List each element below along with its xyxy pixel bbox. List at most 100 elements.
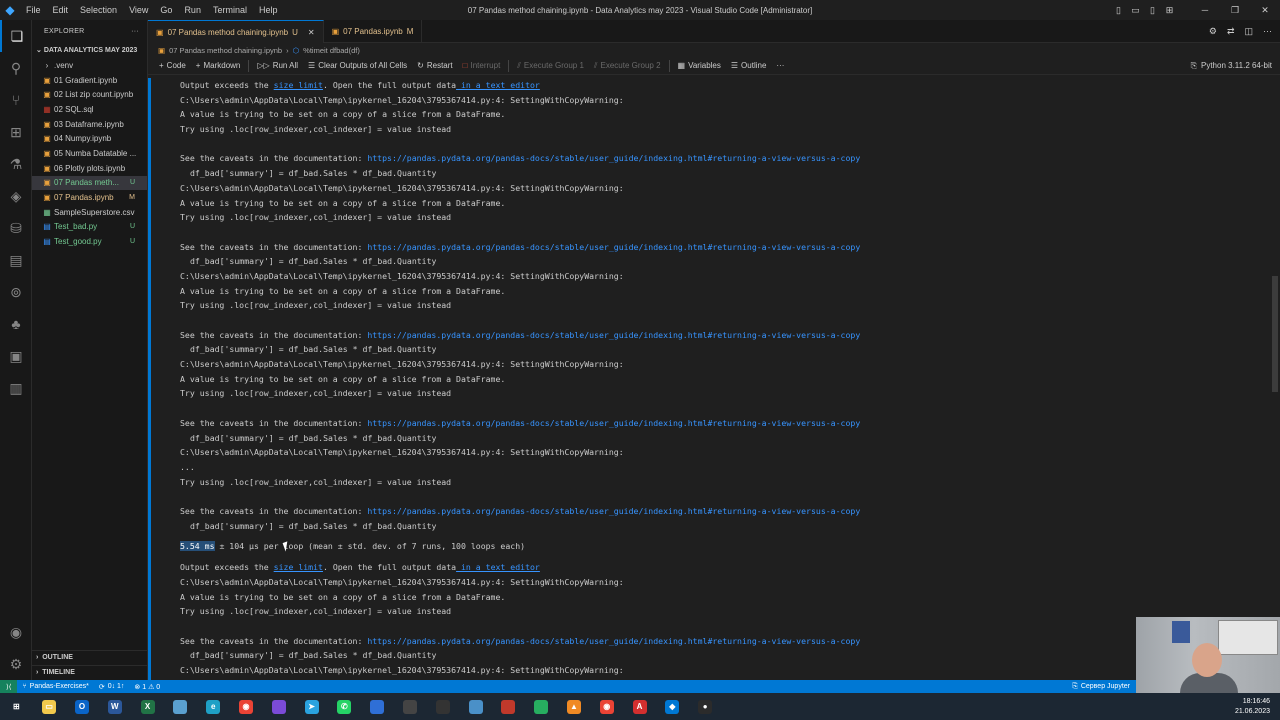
sidebar-file-item[interactable]: › .venv bbox=[32, 58, 147, 73]
text-editor-link[interactable]: in a text editor bbox=[456, 562, 540, 572]
interrupt-button[interactable]: □ Interrupt bbox=[458, 61, 506, 70]
run-all-button[interactable]: ▷▷ Run All bbox=[252, 61, 303, 70]
toggle-panel-icon[interactable]: ▭ bbox=[1127, 5, 1144, 16]
menu-help[interactable]: Help bbox=[253, 5, 284, 15]
more-icon[interactable]: ··· bbox=[771, 61, 789, 70]
notebook-icon[interactable]: ▤ bbox=[0, 244, 32, 276]
taskbar-app-terminal-icon[interactable] bbox=[426, 693, 459, 720]
sidebar-file-item[interactable]: ▣ 02 List zip count.ipynb bbox=[32, 87, 147, 102]
tab-pandas-method-chaining[interactable]: ▣ 07 Pandas method chaining.ipynb U ✕ bbox=[148, 20, 324, 43]
execute-group-1-button[interactable]: ⫽ Execute Group 1 bbox=[512, 61, 589, 71]
vertical-scrollbar[interactable] bbox=[1270, 78, 1280, 680]
git-branch[interactable]: ⑂ Pandas-Exercises* bbox=[17, 683, 93, 690]
compare-icon[interactable]: ⇄ bbox=[1227, 26, 1235, 37]
docs-icon[interactable]: ▥ bbox=[0, 372, 32, 404]
taskbar-app-dark-icon[interactable] bbox=[394, 693, 427, 720]
documentation-link[interactable]: https://pandas.pydata.org/pandas-docs/st… bbox=[367, 418, 860, 428]
sidebar-file-item[interactable]: ▣ 04 Numpy.ipynb bbox=[32, 131, 147, 146]
menu-terminal[interactable]: Terminal bbox=[207, 5, 253, 15]
testing-icon[interactable]: ⚗ bbox=[0, 148, 32, 180]
menu-go[interactable]: Go bbox=[154, 5, 178, 15]
split-editor-icon[interactable]: ◫ bbox=[1244, 26, 1253, 37]
taskbar-chrome-icon[interactable]: ◉ bbox=[230, 693, 263, 720]
menu-selection[interactable]: Selection bbox=[74, 5, 123, 15]
sidebar-file-item[interactable]: ▦ 02 SQL.sql bbox=[32, 102, 147, 117]
size-limit-link[interactable]: size limit bbox=[274, 562, 323, 572]
taskbar-whatsapp-icon[interactable]: ✆ bbox=[328, 693, 361, 720]
taskbar-app-red-icon[interactable] bbox=[492, 693, 525, 720]
database-icon[interactable]: ⛁ bbox=[0, 212, 32, 244]
taskbar-telegram-icon[interactable]: ➤ bbox=[295, 693, 328, 720]
restore-icon[interactable]: ❐ bbox=[1220, 5, 1250, 16]
source-control-icon[interactable]: ⑂ bbox=[0, 84, 32, 116]
taskbar-app-purple-icon[interactable] bbox=[262, 693, 295, 720]
taskbar-notepad-icon[interactable] bbox=[164, 693, 197, 720]
problems-status[interactable]: ⊗ 1 ⚠ 0 bbox=[129, 683, 165, 691]
taskbar-excel-icon[interactable]: X bbox=[131, 693, 164, 720]
search-icon[interactable]: ⚲ bbox=[0, 52, 32, 84]
kernel-picker[interactable]: ⎘ Python 3.11.2 64-bit bbox=[1191, 61, 1280, 71]
menu-view[interactable]: View bbox=[123, 5, 154, 15]
taskbar-windows-start-icon[interactable]: ⊞ bbox=[0, 693, 33, 720]
remote-indicator[interactable]: ⟩⟨ bbox=[0, 680, 18, 693]
toggle-secondary-sidebar-icon[interactable]: ▯ bbox=[1144, 5, 1161, 16]
close-icon[interactable]: ✕ bbox=[1250, 5, 1280, 16]
taskbar-app-doc-icon[interactable] bbox=[459, 693, 492, 720]
taskbar-vscode-icon[interactable]: ◆ bbox=[656, 693, 689, 720]
menu-file[interactable]: File bbox=[20, 5, 47, 15]
add-code-button[interactable]: + Code bbox=[154, 61, 191, 70]
scrollbar-thumb[interactable] bbox=[1272, 276, 1278, 392]
taskbar-acrobat-icon[interactable]: A bbox=[623, 693, 656, 720]
text-editor-link[interactable]: in a text editor bbox=[456, 80, 540, 90]
customize-layout-icon[interactable]: ⊞ bbox=[1161, 5, 1178, 16]
settings-gear-icon[interactable]: ⚙ bbox=[0, 648, 32, 680]
sidebar-file-item[interactable]: ▤ Test_good.py U bbox=[32, 234, 147, 249]
more-actions-icon[interactable]: ··· bbox=[131, 28, 139, 35]
sidebar-file-item[interactable]: ▣ 06 Plotly plots.ipynb bbox=[32, 161, 147, 176]
taskbar-word-icon[interactable]: W bbox=[98, 693, 131, 720]
restart-button[interactable]: ↻ Restart bbox=[412, 61, 458, 70]
variables-button[interactable]: ▦ Variables bbox=[673, 61, 726, 70]
minimize-icon[interactable]: ─ bbox=[1190, 5, 1220, 15]
tab-pandas[interactable]: ▣ 07 Pandas.ipynb M bbox=[324, 20, 423, 43]
account-icon[interactable]: ◉ bbox=[0, 616, 32, 648]
execute-group-2-button[interactable]: ⫽ Execute Group 2 bbox=[589, 61, 666, 71]
add-markdown-button[interactable]: + Markdown bbox=[191, 61, 246, 70]
sidebar-file-item[interactable]: ▣ 05 Numba Datatable ... bbox=[32, 146, 147, 161]
outline-button[interactable]: ☰ Outline bbox=[726, 61, 772, 70]
sidebar-file-item[interactable]: ▣ 07 Pandas.ipynb M bbox=[32, 190, 147, 205]
clear-outputs-button[interactable]: ☰ Clear Outputs of All Cells bbox=[303, 61, 412, 70]
tree-icon[interactable]: ♣ bbox=[0, 308, 32, 340]
size-limit-link[interactable]: size limit bbox=[274, 80, 323, 90]
explorer-icon[interactable]: ❏ bbox=[0, 20, 32, 52]
sidebar-file-item[interactable]: ▤ Test_bad.py U bbox=[32, 220, 147, 235]
sidebar-file-item[interactable]: ▦ SampleSuperstore.csv bbox=[32, 205, 147, 220]
documentation-link[interactable]: https://pandas.pydata.org/pandas-docs/st… bbox=[367, 330, 860, 340]
menu-edit[interactable]: Edit bbox=[47, 5, 75, 15]
system-clock[interactable]: 18:16:46 21.06.2023 bbox=[1235, 697, 1280, 717]
sidebar-file-item[interactable]: ▣ 01 Gradient.ipynb bbox=[32, 73, 147, 88]
outline-section[interactable]: › OUTLINE bbox=[32, 650, 148, 664]
sidebar-file-item[interactable]: ▣ 03 Dataframe.ipynb bbox=[32, 117, 147, 132]
close-tab-icon[interactable]: ✕ bbox=[308, 28, 315, 37]
documentation-link[interactable]: https://pandas.pydata.org/pandas-docs/st… bbox=[367, 506, 860, 516]
timeline-section[interactable]: › TIMELINE bbox=[32, 665, 148, 679]
workspace-folder[interactable]: ⌄ DATA ANALYTICS MAY 2023 bbox=[32, 42, 147, 58]
taskbar-app-green-icon[interactable] bbox=[525, 693, 558, 720]
taskbar-outlook-icon[interactable]: O bbox=[66, 693, 99, 720]
taskbar-file-explorer-icon[interactable]: ▭ bbox=[33, 693, 66, 720]
taskbar-obs-icon[interactable]: ● bbox=[689, 693, 722, 720]
more-actions-icon[interactable]: ··· bbox=[1263, 26, 1272, 36]
menu-run[interactable]: Run bbox=[178, 5, 207, 15]
python-icon[interactable]: ◈ bbox=[0, 180, 32, 212]
documentation-link[interactable]: https://pandas.pydata.org/pandas-docs/st… bbox=[367, 636, 860, 646]
extensions-icon[interactable]: ⊞ bbox=[0, 116, 32, 148]
remote-explorer-icon[interactable]: ⊚ bbox=[0, 276, 32, 308]
sidebar-file-item[interactable]: ▣ 07 Pandas meth... U bbox=[32, 175, 147, 191]
taskbar-chrome-2-icon[interactable]: ◉ bbox=[590, 693, 623, 720]
sync-status[interactable]: ⟳ 0↓ 1↑ bbox=[94, 683, 130, 691]
jupyter-icon[interactable]: ▣ bbox=[0, 340, 32, 372]
toggle-sidebar-icon[interactable]: ▯ bbox=[1110, 5, 1127, 16]
documentation-link[interactable]: https://pandas.pydata.org/pandas-docs/st… bbox=[367, 242, 860, 252]
taskbar-edge-icon[interactable]: e bbox=[197, 693, 230, 720]
